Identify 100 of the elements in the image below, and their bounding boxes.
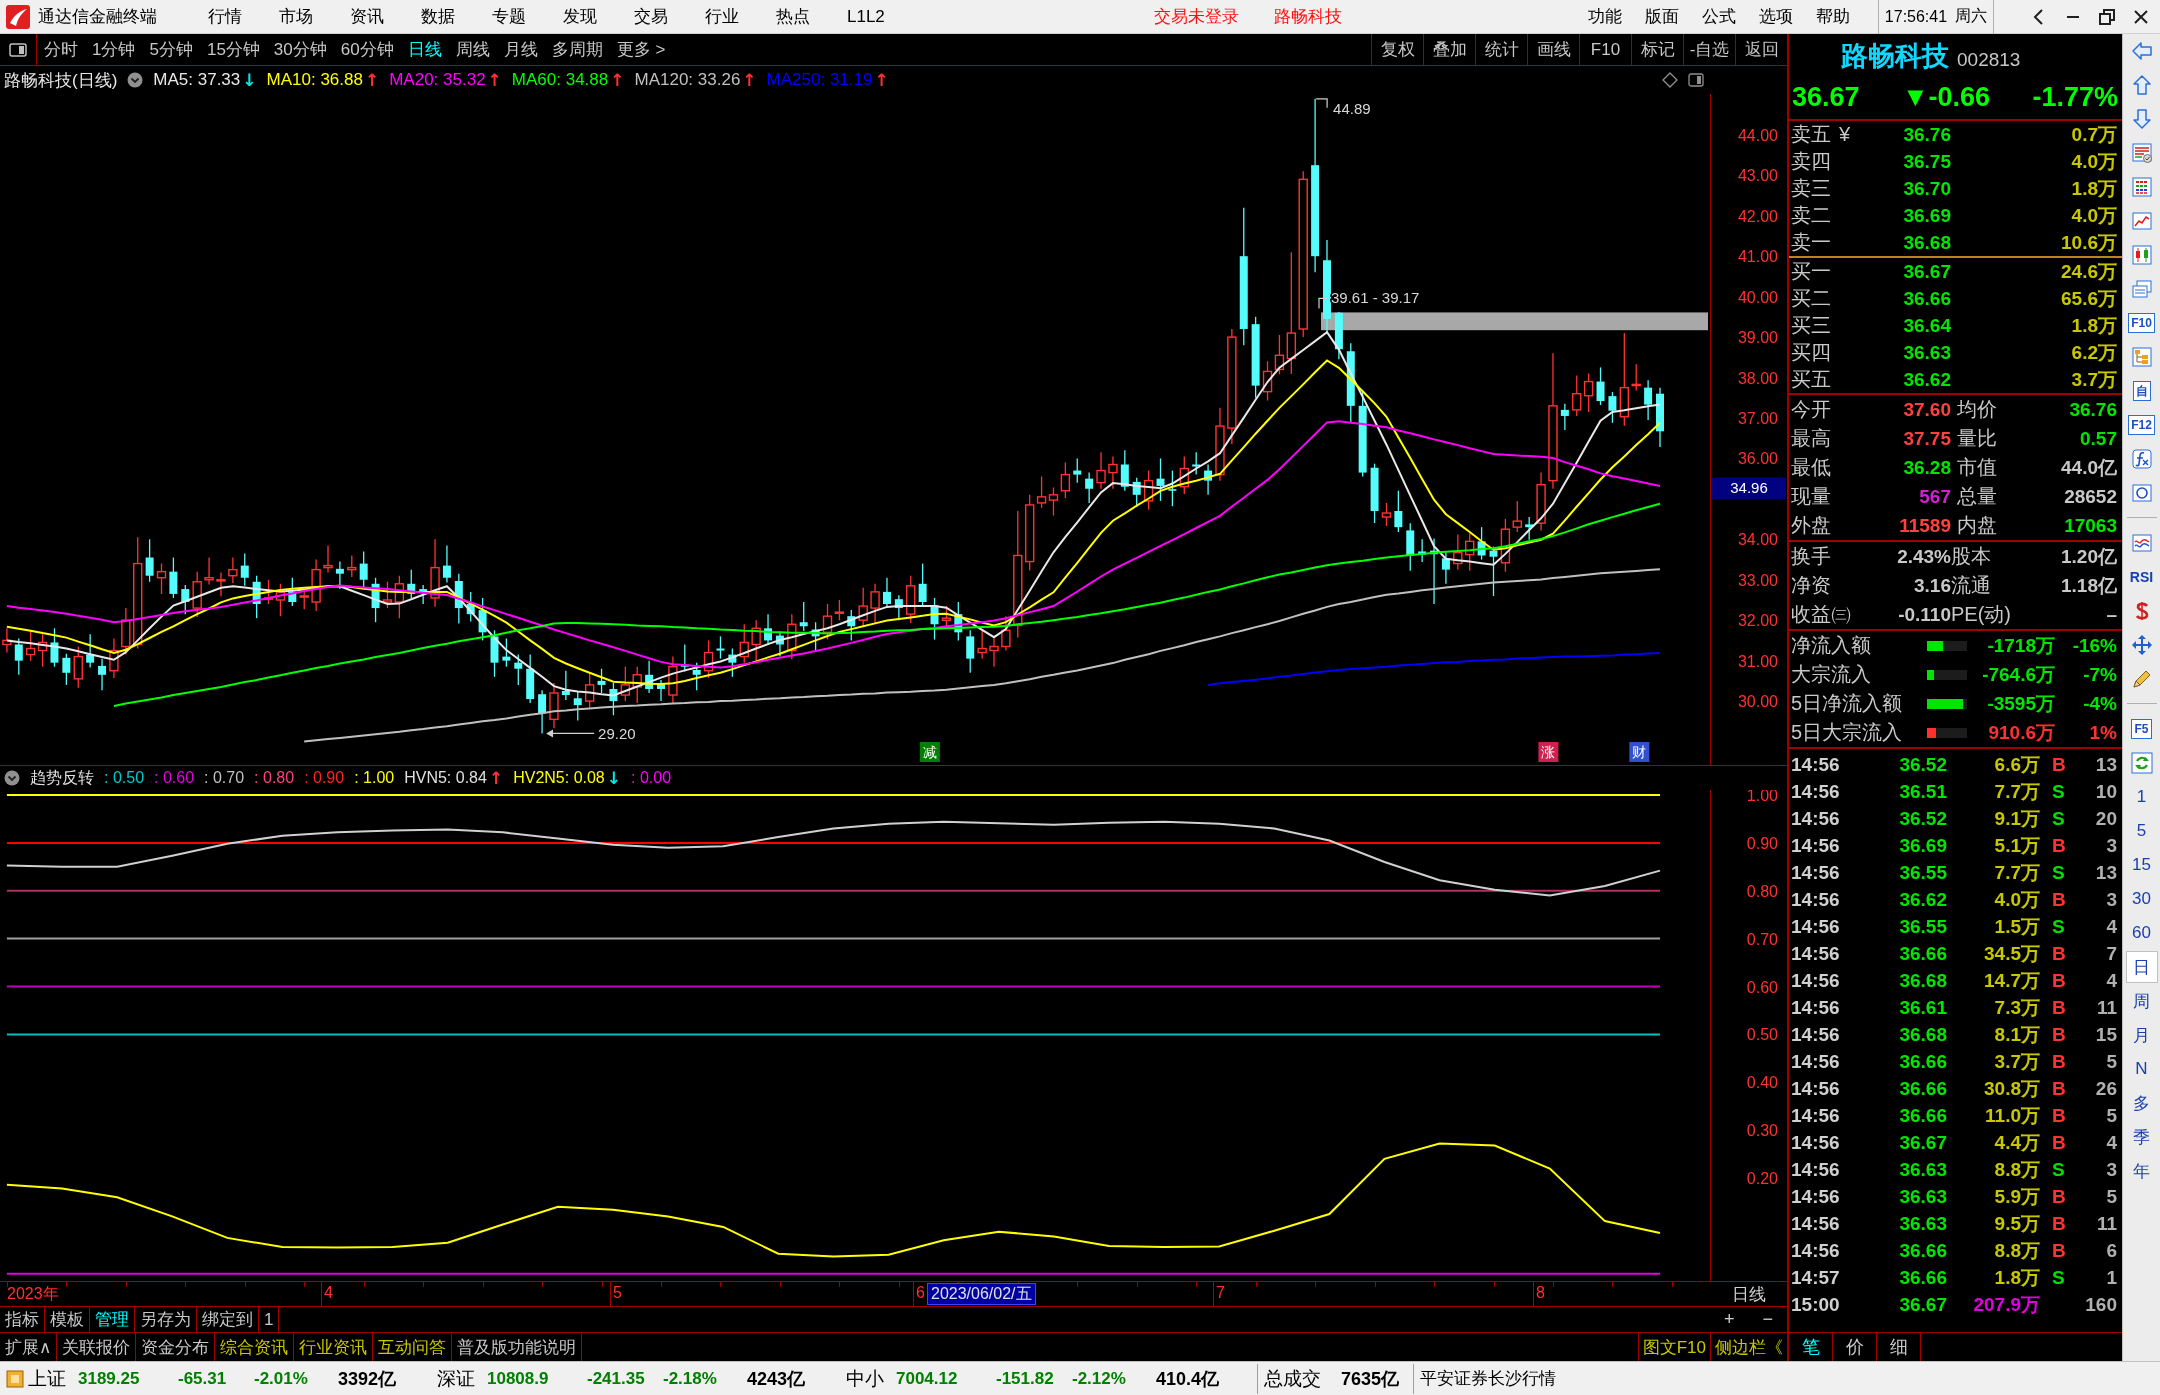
toolbar-button[interactable]: 统计 [1475,34,1527,65]
period-button[interactable]: 30 [2125,883,2158,915]
diamond-icon[interactable] [1662,72,1678,88]
toolbar-button[interactable]: 复权 [1371,34,1423,65]
period-button[interactable]: 周 [2125,985,2158,1017]
menu-item[interactable]: 行业 [705,5,739,28]
toolbar-button[interactable]: -自选 [1683,34,1735,65]
period-button[interactable]: 日 [2125,951,2158,983]
trend-arrow: ↑ [487,70,502,90]
trade-price: 36.55 [1898,915,1947,938]
menu-item[interactable]: 发现 [563,5,597,28]
toolbar-button[interactable]: 画线 [1527,34,1579,65]
menu-item[interactable]: L1L2 [847,6,885,27]
side-tool-button[interactable]: 自 [2132,381,2151,401]
more-button[interactable]: 更多 > [609,34,673,65]
trade-price: 36.66 [1898,1239,1947,1262]
menu-item[interactable]: 专题 [492,5,526,28]
up-arrow-icon[interactable] [2130,74,2153,96]
trade-side: B [2051,969,2066,991]
side-tool-button[interactable]: RSI [2129,569,2154,585]
menu-item[interactable]: 数据 [421,5,455,28]
formula-tab[interactable]: 绑定到 [197,1307,259,1332]
menu-item[interactable]: 版面 [1644,5,1679,28]
left-arrow-icon[interactable] [2130,40,2153,62]
menu-item[interactable]: 资讯 [350,5,384,28]
period-tab[interactable]: 15分钟 [199,34,267,65]
restore-icon[interactable] [2098,7,2116,26]
period-tab[interactable]: 30分钟 [266,34,334,65]
function-icon[interactable] [2130,448,2153,470]
axis-label: 41.00 [1737,248,1778,266]
period-button[interactable]: 年 [2125,1155,2158,1187]
pencil-icon[interactable] [2130,668,2153,690]
flow-percent: -4% [2082,692,2117,715]
trade-volume: 4.4万 [1993,1130,2040,1155]
side-tool-button[interactable]: F5 [2131,719,2152,739]
trade-side: B [2051,1185,2066,1207]
zoom-in-button[interactable]: + [1718,1309,1741,1330]
order-volume: 6.2万 [2070,340,2117,365]
flow-amount: -764.6万 [1981,662,2055,687]
menu-item[interactable]: 选项 [1758,5,1793,28]
axis-label: 0.50 [1746,1026,1778,1044]
formula-tab[interactable]: 模板 [45,1307,90,1332]
period-tab[interactable]: 月线 [496,34,545,65]
side-tool-button[interactable]: F12 [2128,415,2155,435]
menu-item[interactable]: 帮助 [1815,5,1850,28]
menu-item[interactable]: 热点 [776,5,810,28]
panel-toggle-icon[interactable] [1688,72,1704,88]
zoom-out-button[interactable]: − [1756,1309,1779,1330]
stat-value: 3.16 [1913,574,1951,597]
period-tab[interactable]: 周线 [448,34,497,65]
close-icon[interactable] [2132,7,2150,26]
period-tab[interactable]: 日线 [400,34,449,65]
period-tab[interactable]: 分时 [37,34,85,65]
menu-item[interactable]: 市场 [279,5,313,28]
wave-chart-icon[interactable] [2130,532,2153,554]
candlestick-icon[interactable] [2130,244,2153,266]
down-arrow-icon[interactable] [2130,108,2153,130]
period-button[interactable]: 月 [2125,1019,2158,1051]
toolbar-button[interactable]: 返回 [1735,34,1787,65]
period-button[interactable]: 60 [2125,917,2158,949]
square-icon[interactable] [6,1369,24,1388]
toolbar-button[interactable]: 叠加 [1423,34,1475,65]
trade-time: 14:56 [1791,1104,1841,1127]
panel-toggle-icon[interactable] [9,41,27,58]
period-button[interactable]: N [2125,1053,2158,1085]
trade-time: 14:56 [1791,807,1841,830]
menu-item[interactable]: 公式 [1701,5,1736,28]
dropdown-icon[interactable] [127,72,144,88]
toolbar-button[interactable]: F10 [1579,34,1631,65]
period-button[interactable]: 5 [2125,815,2158,847]
candlestick [50,627,59,668]
date-axis-label: 4 [324,1284,333,1302]
formula-tab[interactable]: 指标 [0,1307,45,1332]
period-button[interactable]: 1 [2125,781,2158,813]
table-check-icon[interactable] [2130,142,2153,164]
period-tab[interactable]: 1分钟 [85,34,143,65]
candlestick [858,587,868,627]
period-button[interactable]: 多 [2125,1087,2158,1119]
trade-count: 5 [2105,1050,2117,1073]
stat-label: 最低 [1791,455,1832,480]
move-icon[interactable] [2130,634,2153,656]
period-tab[interactable]: 60分钟 [333,34,401,65]
dropdown-icon[interactable] [4,770,20,786]
menu-item[interactable]: 交易 [634,5,668,28]
period-tab[interactable]: 5分钟 [142,34,200,65]
formula-tab[interactable]: 另存为 [135,1307,197,1332]
menu-item[interactable]: 行情 [208,5,242,28]
menu-item[interactable]: 功能 [1587,5,1622,28]
formula-tab[interactable]: 管理 [90,1307,135,1332]
refresh-icon[interactable] [2130,752,2153,774]
indicator-legend-item: : 0.60 [154,769,195,787]
period-button[interactable]: 季 [2125,1121,2158,1153]
grid-icon[interactable] [2130,176,2153,198]
side-tool-button[interactable]: F10 [2128,313,2155,333]
toolbar-button[interactable]: 标记 [1631,34,1683,65]
windows-icon[interactable] [2130,278,2153,300]
line-chart-icon[interactable] [2130,210,2153,232]
period-tab[interactable]: 多周期 [544,34,610,65]
period-button[interactable]: 15 [2125,849,2158,881]
formula-tab[interactable]: 1 [259,1307,280,1332]
